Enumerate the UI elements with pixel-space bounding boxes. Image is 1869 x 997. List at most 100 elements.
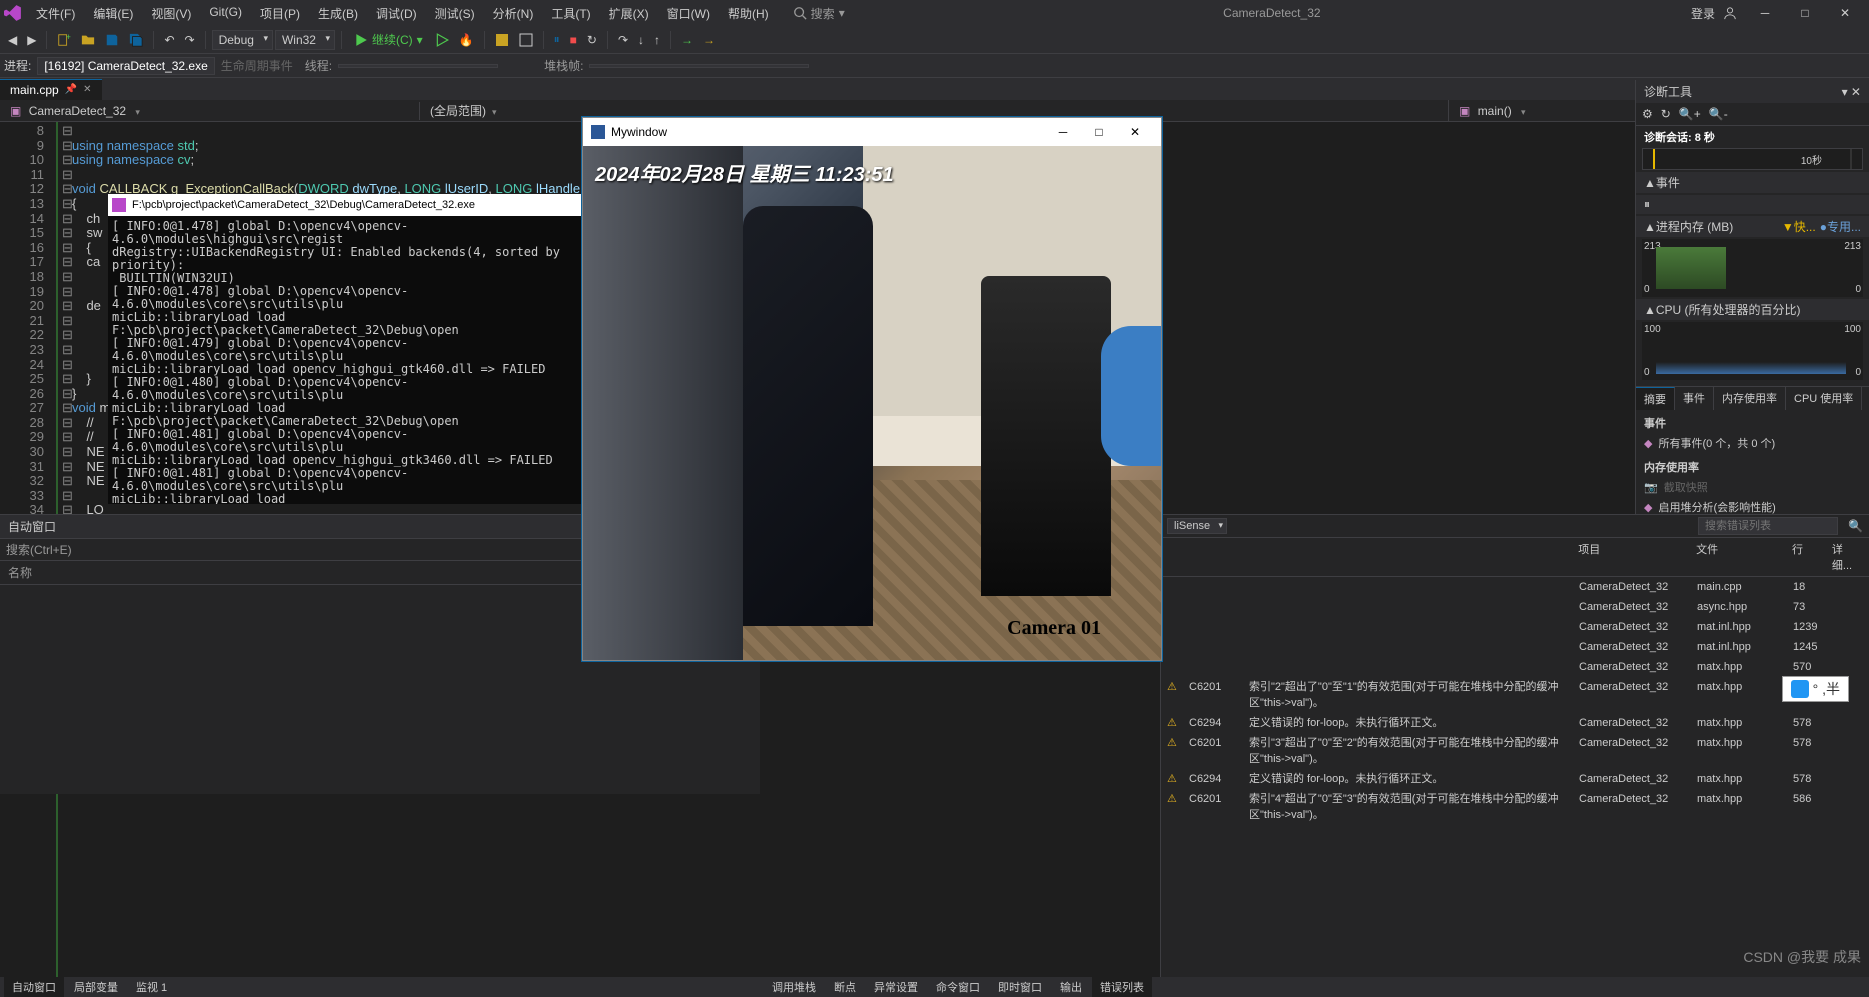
error-row[interactable]: ⚠C6294定义错误的 for-loop。未执行循环正文。CameraDetec… [1161,713,1869,733]
error-row[interactable]: CameraDetect_32matx.hpp570 [1161,657,1869,677]
bottom-tab[interactable]: 即时窗口 [990,977,1050,997]
error-row[interactable]: ⚠C6201索引"3"超出了"0"至"2"的有效范围(对于可能在堆栈中分配的缓冲… [1161,733,1869,769]
zoom-in-icon[interactable]: 🔍+ [1679,107,1701,121]
config-dropdown[interactable]: Debug [212,30,273,50]
error-row[interactable]: CameraDetect_32async.hpp73 [1161,597,1869,617]
error-row[interactable]: ⚠C6201索引"2"超出了"0"至"1"的有效范围(对于可能在堆栈中分配的缓冲… [1161,677,1869,713]
all-events-link[interactable]: ◆所有事件(0 个，共 0 个) [1644,434,1861,454]
my-close-button[interactable]: ✕ [1117,125,1153,139]
tab-main-cpp[interactable]: main.cpp 📌 ✕ [0,79,102,100]
bottom-tab[interactable]: 输出 [1052,977,1090,997]
error-row[interactable]: CameraDetect_32mat.inl.hpp1245 [1161,637,1869,657]
mywindow-titlebar[interactable]: Mywindow ─ □ ✕ [583,118,1161,146]
bottom-tab[interactable]: 异常设置 [866,977,926,997]
nav-fwd-button[interactable]: ▶ [23,31,40,49]
new-button[interactable]: + [53,31,75,49]
bottom-tab[interactable]: 局部变量 [66,977,126,997]
menu-item[interactable]: 窗口(W) [659,2,718,25]
lifecycle-button[interactable]: 生命周期事件 [221,57,293,74]
search-icon[interactable]: 🔍 [1848,519,1863,533]
close-icon[interactable]: ✕ [83,84,91,95]
my-minimize-button[interactable]: ─ [1045,125,1081,139]
menu-item[interactable]: 项目(P) [252,2,308,25]
console-titlebar[interactable]: F:\pcb\project\packet\CameraDetect_32\De… [108,194,584,216]
intellisense-dropdown[interactable]: liSense [1167,518,1227,534]
menu-item[interactable]: 视图(V) [143,2,199,25]
diag-title[interactable]: 诊断工具 ▾ ✕ [1636,80,1869,103]
ime-candidate[interactable]: ° ,半 [1782,676,1849,702]
save-button[interactable] [101,31,123,49]
mywindow-camera[interactable]: Mywindow ─ □ ✕ 2024年02月28日 星期三 11:23:51 … [582,117,1162,661]
diag-tab[interactable]: 摘要 [1636,387,1675,410]
menu-item[interactable]: 生成(B) [310,2,366,25]
menu-item[interactable]: 文件(F) [28,2,83,25]
search-icon [793,6,807,20]
diag-tab[interactable]: 内存使用率 [1714,387,1786,410]
undo-button[interactable]: ↶ [160,31,178,49]
zoom-reset-icon[interactable]: ↻ [1661,107,1671,121]
my-maximize-button[interactable]: □ [1081,125,1117,139]
windows-button[interactable] [515,31,537,49]
snapshot-button[interactable]: 📷截取快照 [1644,478,1861,498]
nav-project[interactable]: ▣ CameraDetect_32 [0,102,420,120]
close-button[interactable]: ✕ [1825,0,1865,26]
bottom-tab[interactable]: 调用堆栈 [764,977,824,997]
start-button[interactable] [431,31,453,49]
stackframe-dropdown[interactable] [589,64,809,68]
diag-timeline[interactable]: 10秒 [1642,148,1863,170]
maximize-button[interactable]: □ [1785,0,1825,26]
error-row[interactable]: CameraDetect_32main.cpp18 [1161,577,1869,597]
continue-button[interactable]: 继续(C) ▾ [348,29,429,50]
stop-button[interactable]: ■ [566,31,581,49]
diag-tab[interactable]: 事件 [1675,387,1714,410]
hotreload-button[interactable]: 🔥 [455,31,478,49]
error-row[interactable]: CameraDetect_32mat.inl.hpp1239 [1161,617,1869,637]
menu-item[interactable]: 编辑(E) [85,2,141,25]
bottom-tab[interactable]: 断点 [826,977,864,997]
user-icon[interactable] [1723,6,1737,20]
pin-icon[interactable]: 📌 [65,84,77,95]
bottom-tab[interactable]: 命令窗口 [928,977,988,997]
thread-dropdown[interactable] [338,64,498,68]
cpu-section[interactable]: ▲CPU (所有处理器的百分比) [1636,299,1869,320]
error-row[interactable]: ⚠C6294定义错误的 for-loop。未执行循环正文。CameraDetec… [1161,769,1869,789]
menu-item[interactable]: 分析(N) [485,2,542,25]
zoom-out-icon[interactable]: 🔍- [1709,107,1728,121]
bottom-tab[interactable]: 自动窗口 [4,977,64,997]
memory-graph[interactable]: 213 213 0 0 [1642,239,1863,297]
next-stmt-button[interactable]: → [699,31,719,49]
bottom-tab[interactable]: 监视 1 [128,977,175,997]
step-into-button[interactable]: ↓ [634,31,648,49]
menu-item[interactable]: 帮助(H) [720,2,777,25]
restart-button[interactable]: ↻ [583,31,601,49]
search-menu[interactable]: 搜索 ▾ [785,3,853,24]
events-section[interactable]: ▲事件 [1636,172,1869,193]
nav-back-button[interactable]: ◀ [4,31,21,49]
menu-item[interactable]: 调试(D) [368,2,425,25]
process-dropdown[interactable]: [16192] CameraDetect_32.exe [37,57,214,75]
break-button[interactable]: ⏸ [550,30,564,49]
events-pause[interactable]: ⏸ [1636,195,1869,214]
project-icon: ▣ [10,104,21,118]
menu-item[interactable]: 工具(T) [543,2,598,25]
redo-button[interactable]: ↷ [181,31,199,49]
diag-tab[interactable]: CPU 使用率 [1786,387,1862,410]
menu-item[interactable]: 扩展(X) [601,2,657,25]
menu-item[interactable]: 测试(S) [427,2,483,25]
step-over-button[interactable]: ↷ [614,31,632,49]
cursor-button[interactable]: → [677,31,697,49]
memory-section[interactable]: ▲进程内存 (MB) ▼快... ●专用... [1636,216,1869,237]
cpu-graph[interactable]: 100 100 0 0 [1642,322,1863,380]
login-link[interactable]: 登录 [1691,5,1715,22]
platform-dropdown[interactable]: Win32 [275,30,335,50]
browser-button[interactable] [491,31,513,49]
error-row[interactable]: ⚠C6201索引"4"超出了"0"至"3"的有效范围(对于可能在堆栈中分配的缓冲… [1161,789,1869,825]
error-search-input[interactable] [1698,517,1838,535]
bottom-tab[interactable]: 错误列表 [1092,977,1152,997]
save-all-button[interactable] [125,31,147,49]
step-out-button[interactable]: ↑ [650,31,664,49]
menu-item[interactable]: Git(G) [201,2,250,25]
minimize-button[interactable]: ─ [1745,0,1785,26]
open-button[interactable] [77,31,99,49]
gear-icon[interactable]: ⚙ [1642,107,1653,121]
